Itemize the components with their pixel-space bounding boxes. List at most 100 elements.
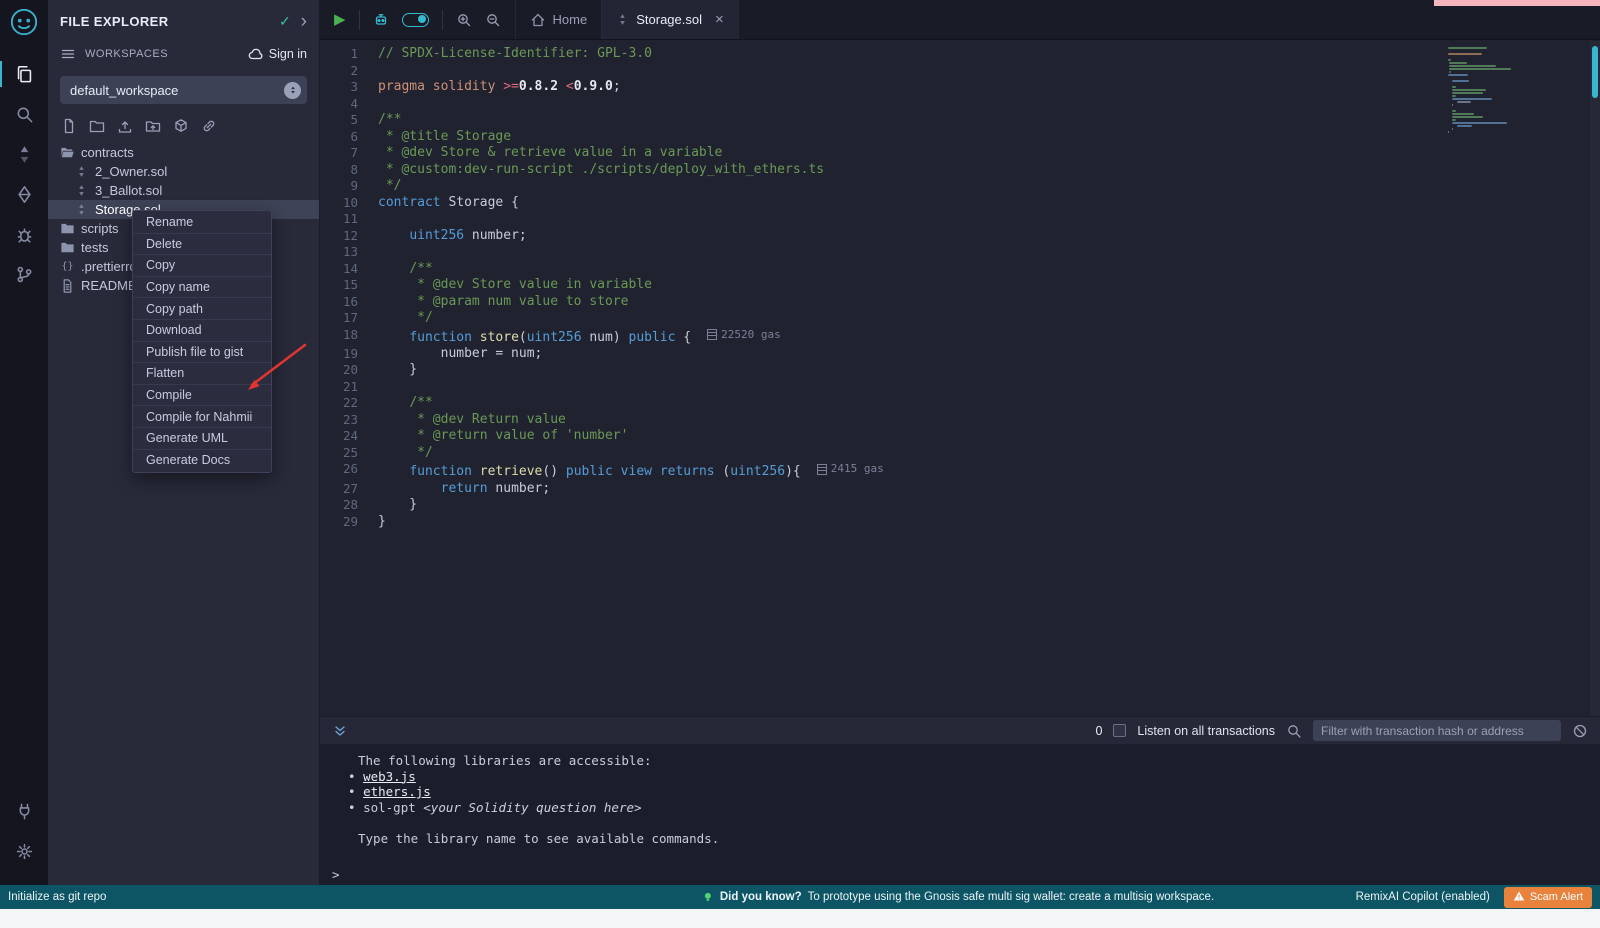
context-menu-item-download[interactable]: Download: [133, 320, 271, 342]
line-number[interactable]: 17: [320, 310, 378, 327]
context-menu-item-publish-file-to-gist[interactable]: Publish file to gist: [133, 342, 271, 364]
code-editor[interactable]: 1// SPDX-License-Identifier: GPL-3.023pr…: [320, 41, 1600, 716]
context-menu-item-copy-name[interactable]: Copy name: [133, 277, 271, 299]
line-number[interactable]: 5: [320, 112, 378, 129]
search-transactions-icon[interactable]: [1286, 723, 1302, 739]
transaction-filter-input[interactable]: [1313, 720, 1561, 741]
check-icon[interactable]: ✓: [279, 13, 291, 30]
upload-file-icon[interactable]: [117, 118, 133, 134]
code-line: 1// SPDX-License-Identifier: GPL-3.0: [320, 46, 1600, 63]
tree-item-label: contracts: [81, 145, 134, 160]
zoom-out-icon[interactable]: [485, 12, 501, 28]
context-menu-item-generate-uml[interactable]: Generate UML: [133, 428, 271, 450]
line-number[interactable]: 1: [320, 46, 378, 63]
create-file-icon[interactable]: [61, 118, 77, 134]
line-number[interactable]: 14: [320, 261, 378, 278]
line-number[interactable]: 24: [320, 428, 378, 445]
line-number[interactable]: 6: [320, 129, 378, 146]
line-number[interactable]: 2: [320, 63, 378, 80]
create-folder-icon[interactable]: [89, 118, 105, 134]
line-number[interactable]: 19: [320, 346, 378, 363]
git-icon[interactable]: [0, 254, 48, 294]
library-link[interactable]: ethers.js: [363, 784, 431, 799]
line-number[interactable]: 8: [320, 162, 378, 179]
line-number[interactable]: 21: [320, 379, 378, 396]
tab-storage-sol[interactable]: Storage.sol ×: [602, 0, 739, 39]
scam-alert-badge[interactable]: Scam Alert: [1504, 887, 1592, 908]
terminal-console[interactable]: The following libraries are accessible:•…: [320, 744, 1600, 885]
line-number[interactable]: 20: [320, 362, 378, 379]
library-link[interactable]: web3.js: [363, 769, 416, 784]
link-icon[interactable]: [201, 118, 217, 134]
line-number[interactable]: 22: [320, 395, 378, 412]
chevron-right-icon[interactable]: ›: [301, 12, 307, 31]
copilot-status[interactable]: RemixAI Copilot (enabled): [1356, 891, 1490, 903]
line-number[interactable]: 26: [320, 461, 378, 480]
line-number[interactable]: 29: [320, 514, 378, 531]
debugger-icon[interactable]: [0, 214, 48, 254]
context-menu-item-compile-for-nahmii[interactable]: Compile for Nahmii: [133, 406, 271, 428]
code-text: * @return value of 'number': [378, 428, 628, 445]
template-cube-icon[interactable]: [173, 118, 189, 134]
ai-copilot-icon[interactable]: [373, 12, 389, 28]
file-explorer-icon[interactable]: [0, 54, 48, 94]
workspace-select[interactable]: default_workspace: [60, 76, 307, 104]
editor-scrollbar[interactable]: [1590, 41, 1600, 716]
line-number[interactable]: 13: [320, 244, 378, 261]
line-number[interactable]: 3: [320, 79, 378, 96]
solidity-compiler-icon[interactable]: [0, 134, 48, 174]
zoom-in-icon[interactable]: [456, 12, 472, 28]
minimap[interactable]: [1448, 47, 1528, 133]
context-menu-item-delete[interactable]: Delete: [133, 234, 271, 256]
settings-icon[interactable]: [0, 831, 48, 871]
line-number[interactable]: 9: [320, 178, 378, 195]
line-number[interactable]: 11: [320, 211, 378, 228]
line-number[interactable]: 25: [320, 445, 378, 462]
solidity-file-icon: [616, 13, 629, 26]
git-init-button[interactable]: Initialize as git repo: [8, 891, 106, 903]
line-number[interactable]: 7: [320, 145, 378, 162]
line-number[interactable]: 12: [320, 228, 378, 245]
code-line: 19 number = num;: [320, 346, 1600, 363]
line-number[interactable]: 15: [320, 277, 378, 294]
line-number[interactable]: 10: [320, 195, 378, 212]
ai-copilot-toggle[interactable]: [402, 13, 429, 27]
code-line: 25 */: [320, 445, 1600, 462]
browser-artifact-top: [1434, 0, 1600, 6]
plugin-manager-icon[interactable]: [0, 791, 48, 831]
line-number[interactable]: 28: [320, 497, 378, 514]
tree-item-contracts[interactable]: contracts: [48, 143, 319, 162]
upload-folder-icon[interactable]: [145, 118, 161, 134]
gas-estimate-badge: 2415 gas: [817, 461, 884, 478]
deploy-and-run-icon[interactable]: [0, 174, 48, 214]
line-number[interactable]: 16: [320, 294, 378, 311]
context-menu-item-rename[interactable]: Rename: [133, 212, 271, 234]
line-number[interactable]: 18: [320, 327, 378, 346]
collapse-terminal-icon[interactable]: [332, 723, 348, 739]
file-type-icon: [74, 203, 89, 216]
line-number[interactable]: 23: [320, 412, 378, 429]
tree-item-3-ballot-sol[interactable]: 3_Ballot.sol: [48, 181, 319, 200]
sign-in-button[interactable]: Sign in: [248, 46, 307, 62]
workspaces-menu-icon[interactable]: [60, 46, 76, 62]
code-text: */: [378, 178, 401, 195]
scrollbar-thumb[interactable]: [1592, 46, 1598, 98]
context-menu-item-compile[interactable]: Compile: [133, 385, 271, 407]
context-menu-item-copy-path[interactable]: Copy path: [133, 298, 271, 320]
line-number[interactable]: 4: [320, 96, 378, 113]
tree-item-2-owner-sol[interactable]: 2_Owner.sol: [48, 162, 319, 181]
search-icon[interactable]: [0, 94, 48, 134]
tab-home[interactable]: Home: [515, 0, 603, 39]
remix-logo-icon[interactable]: [9, 7, 39, 42]
run-button[interactable]: ▶: [334, 12, 346, 27]
context-menu-item-generate-docs[interactable]: Generate Docs: [133, 450, 271, 472]
lightbulb-icon: [702, 891, 714, 903]
close-tab-icon[interactable]: ×: [715, 12, 724, 27]
context-menu-item-flatten[interactable]: Flatten: [133, 363, 271, 385]
clear-console-icon[interactable]: [1572, 723, 1588, 739]
line-number[interactable]: 27: [320, 481, 378, 498]
code-line: 11: [320, 211, 1600, 228]
listen-transactions-checkbox[interactable]: [1113, 724, 1126, 737]
context-menu-item-copy[interactable]: Copy: [133, 255, 271, 277]
terminal-header: 0 Listen on all transactions: [320, 716, 1600, 744]
